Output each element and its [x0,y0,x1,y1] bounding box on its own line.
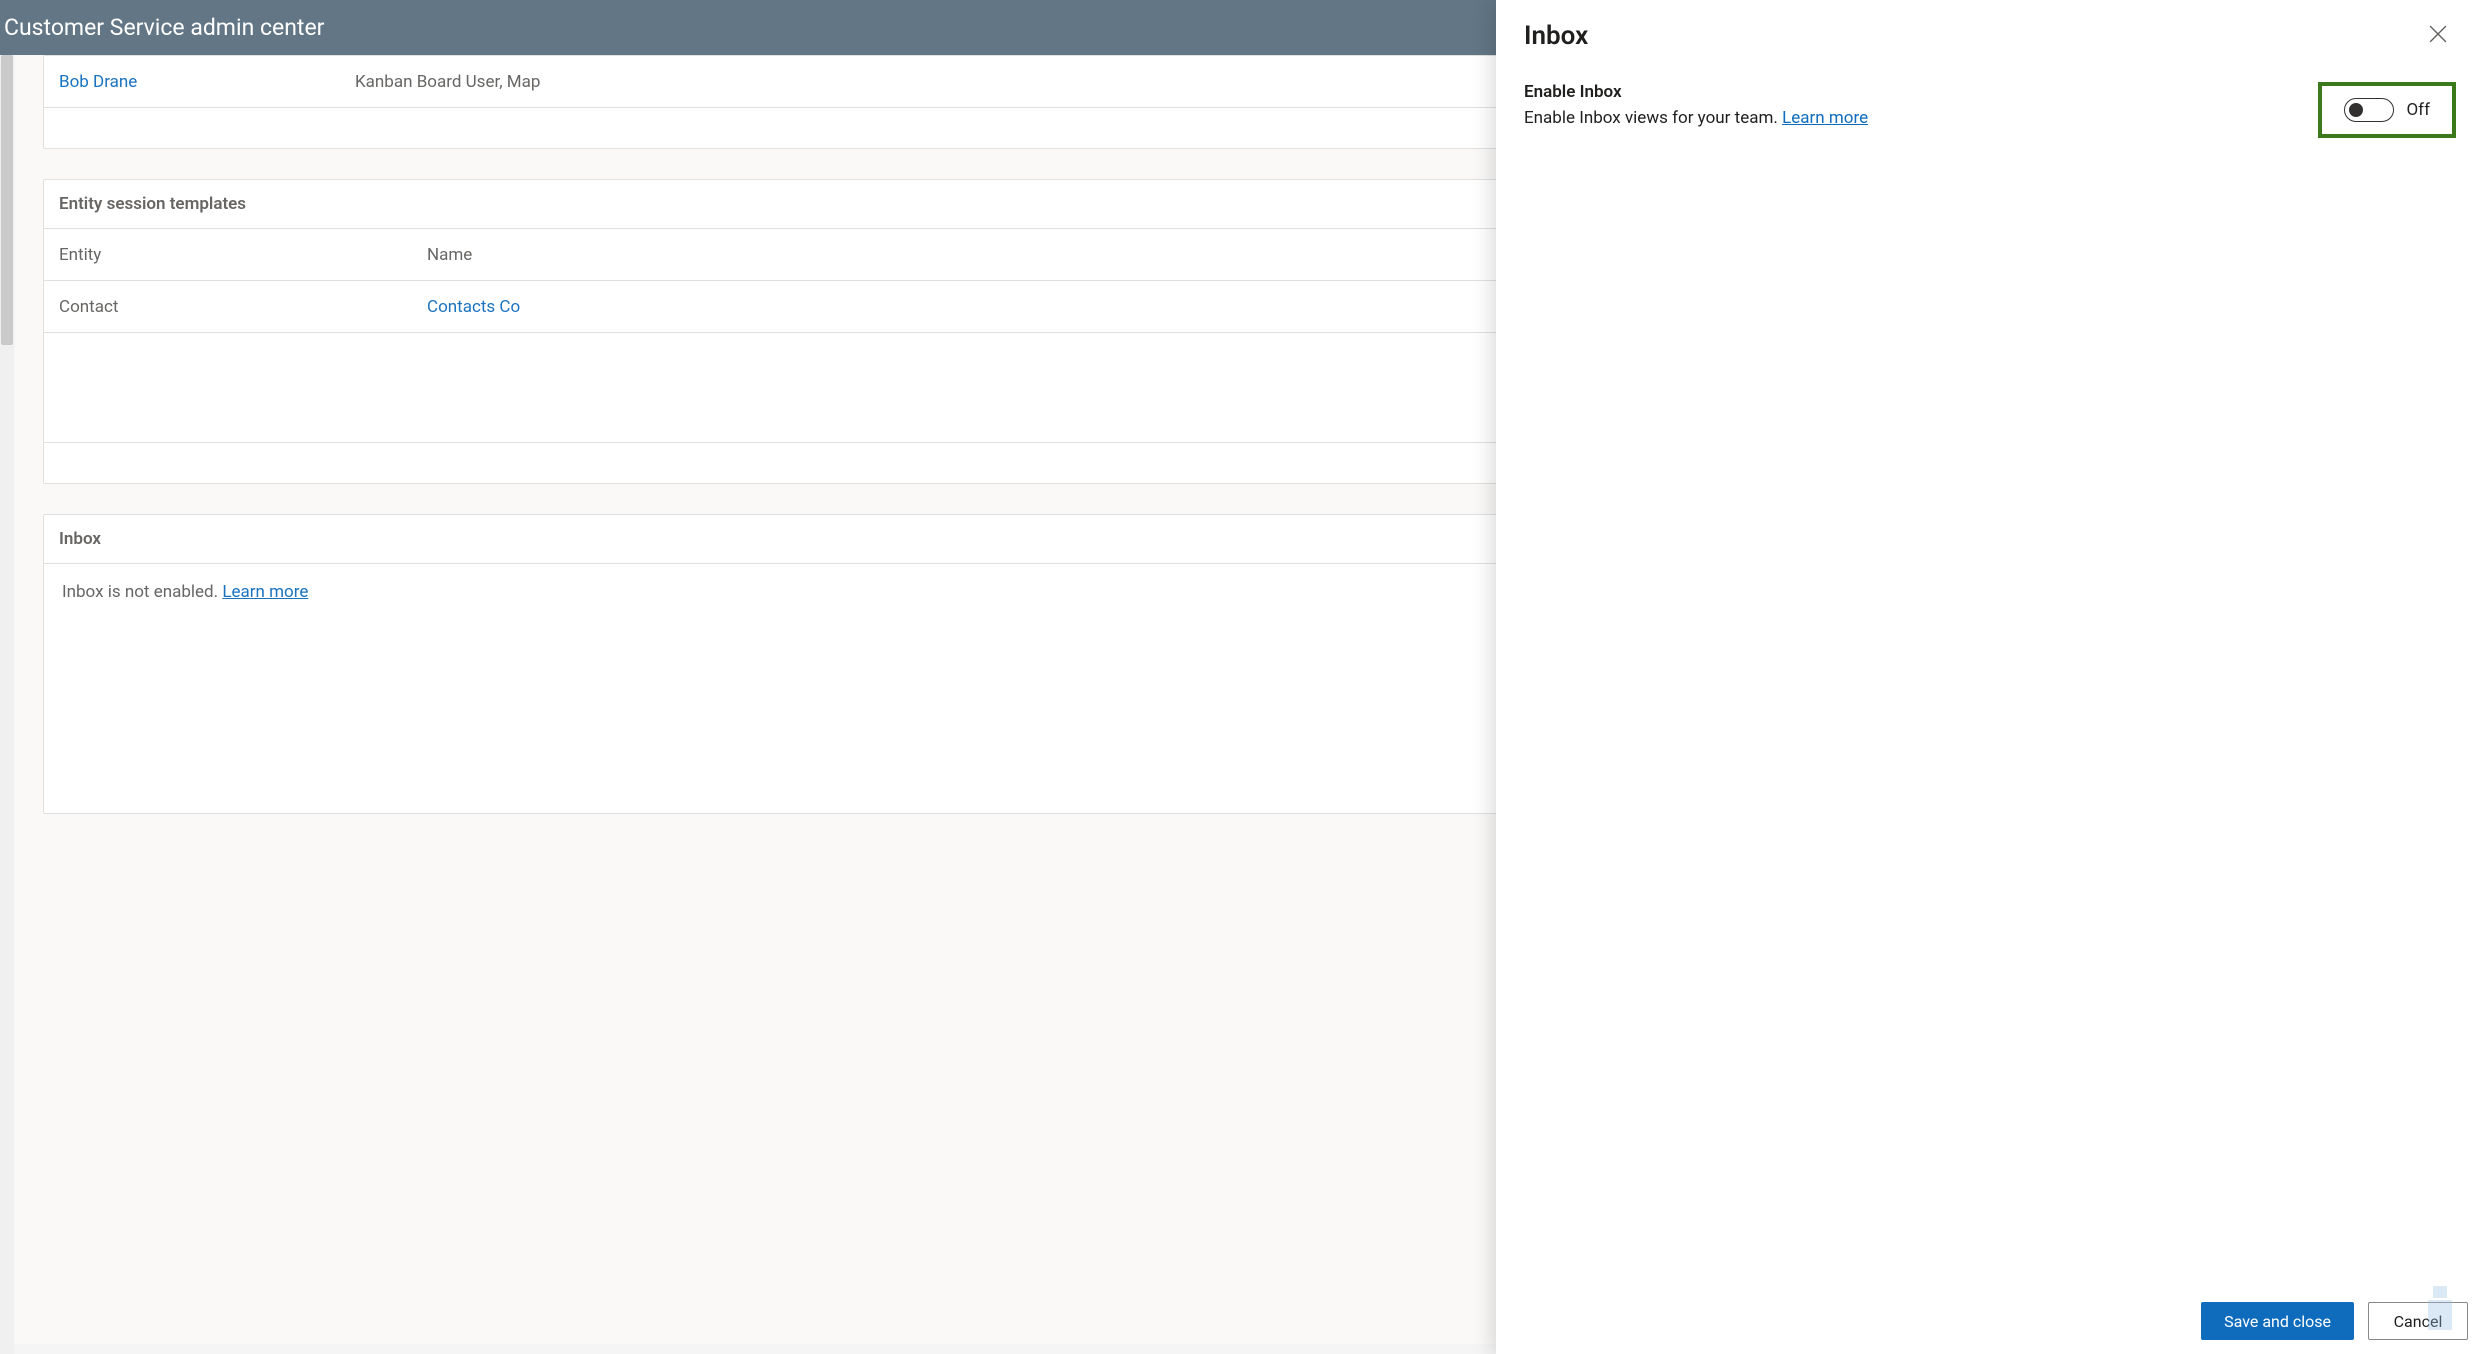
description-text: Enable Inbox views for your team. [1524,108,1782,128]
panel-title: Inbox [1524,21,1588,51]
enable-inbox-description: Enable Inbox views for your team. Learn … [1524,108,1868,128]
enable-inbox-toggle-highlight: Off [2318,82,2456,138]
learn-more-link[interactable]: Learn more [222,582,308,602]
save-and-close-button[interactable]: Save and close [2201,1302,2354,1340]
scrollbar-track[interactable] [0,55,14,1354]
close-button[interactable] [2422,20,2454,52]
panel-footer: Save and close Cancel [1496,1288,2482,1354]
panel-header: Inbox [1496,0,2482,62]
user-role-text: Kanban Board User, Map [355,72,540,92]
toggle-state-label: Off [2406,100,2430,120]
inbox-side-panel: Inbox Enable Inbox Enable Inbox views fo… [1496,0,2482,1354]
cell-template-link[interactable]: Contacts Co [427,297,520,317]
panel-content: Enable Inbox Enable Inbox views for your… [1496,62,2482,1288]
app-title: Customer Service admin center [4,14,324,41]
close-icon [2429,25,2447,47]
column-header-name: Name [427,245,472,265]
setting-text: Enable Inbox Enable Inbox views for your… [1524,82,1868,128]
user-name-link[interactable]: Bob Drane [59,72,355,92]
enable-inbox-toggle[interactable] [2344,98,2394,122]
column-header-entity: Entity [59,245,427,265]
scrollbar-thumb[interactable] [1,55,13,345]
cell-entity: Contact [59,297,427,317]
cancel-button[interactable]: Cancel [2368,1302,2468,1340]
inbox-status-label: Inbox is not enabled. [62,582,222,602]
enable-inbox-label: Enable Inbox [1524,82,1868,102]
enable-inbox-setting-row: Enable Inbox Enable Inbox views for your… [1524,82,2454,138]
learn-more-link[interactable]: Learn more [1782,108,1868,128]
